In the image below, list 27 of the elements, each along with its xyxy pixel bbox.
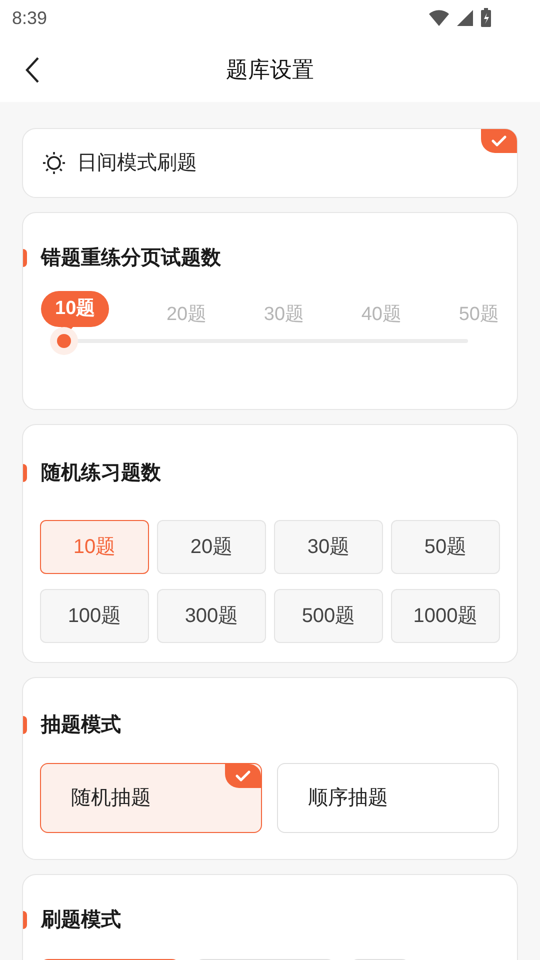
count-option[interactable]: 20题 bbox=[157, 520, 266, 574]
status-time: 8:39 bbox=[12, 6, 48, 30]
page-title: 题库设置 bbox=[226, 56, 314, 84]
mode-option[interactable]: 随机抽题 bbox=[40, 763, 262, 833]
accent-bar bbox=[23, 464, 27, 482]
count-option[interactable]: 500题 bbox=[274, 589, 383, 643]
day-mode-label: 日间模式刷题 bbox=[77, 151, 197, 176]
sun-icon bbox=[41, 150, 67, 176]
count-option[interactable]: 100题 bbox=[40, 589, 149, 643]
accent-bar bbox=[23, 249, 27, 267]
count-option[interactable]: 300题 bbox=[157, 589, 266, 643]
battery-icon bbox=[480, 8, 492, 28]
section-title: 刷题模式 bbox=[41, 908, 121, 933]
accent-bar bbox=[23, 911, 27, 929]
count-option[interactable]: 50题 bbox=[391, 520, 500, 574]
signal-icon bbox=[456, 9, 474, 27]
slider-thumb[interactable] bbox=[50, 327, 78, 355]
day-mode-card[interactable]: 日间模式刷题 bbox=[22, 128, 518, 198]
wifi-icon bbox=[428, 9, 450, 27]
section-title: 抽题模式 bbox=[41, 713, 121, 738]
section-title: 随机练习题数 bbox=[41, 461, 161, 486]
accent-bar bbox=[23, 716, 27, 734]
count-option[interactable]: 30题 bbox=[274, 520, 383, 574]
section-title: 错题重练分页试题数 bbox=[41, 246, 221, 271]
check-badge bbox=[225, 764, 261, 788]
mode-option[interactable]: 顺序抽题 bbox=[277, 763, 499, 833]
count-option[interactable]: 1000题 bbox=[391, 589, 500, 643]
